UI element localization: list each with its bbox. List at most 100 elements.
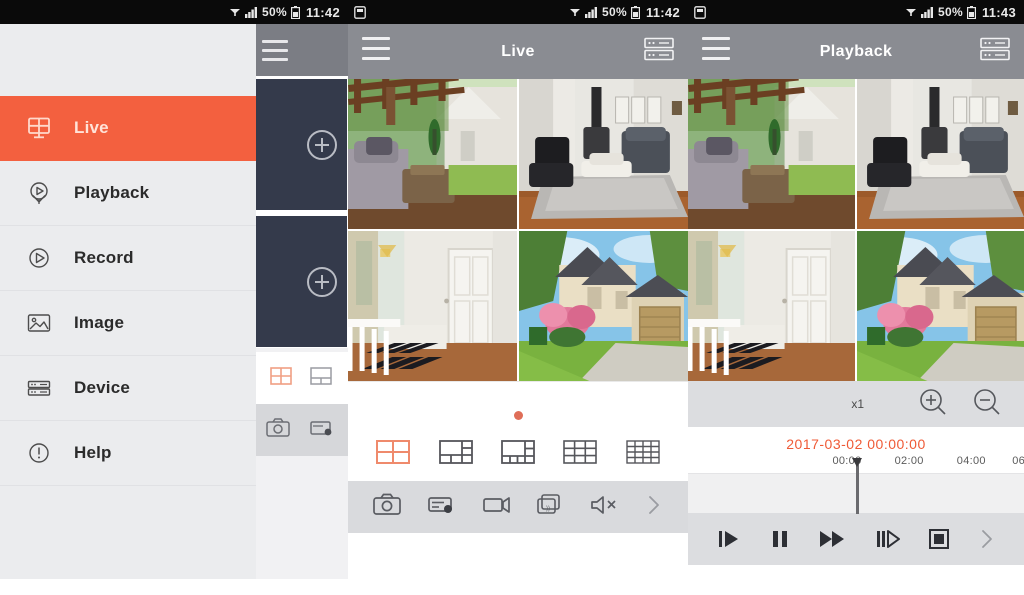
recording-dot xyxy=(513,410,523,420)
device-list-icon[interactable] xyxy=(644,36,674,67)
plus-circle-icon[interactable] xyxy=(307,129,337,160)
grid-bottom-spacer xyxy=(348,381,688,403)
two-way-talk-icon[interactable]: )) xyxy=(537,493,563,521)
playback-circle-icon xyxy=(26,180,66,206)
background-live-screen xyxy=(252,24,348,579)
status-indicator-row xyxy=(348,403,688,427)
drawer-panel-body: Live Playback Record Image Device Help xyxy=(0,24,348,595)
camera-front-porch[interactable] xyxy=(348,231,517,381)
sd-card-icon xyxy=(694,5,706,19)
stop-icon[interactable] xyxy=(928,528,950,550)
sidebar-item-label: Record xyxy=(74,248,134,267)
zoom-out-magnifier-icon[interactable] xyxy=(972,387,1002,422)
battery-percent-label: 50% xyxy=(938,5,963,19)
video-grid xyxy=(688,79,1024,381)
playback-datetime-label: 2017-03-02 00:00:00 xyxy=(688,427,1024,455)
clock-label: 11:42 xyxy=(645,4,680,20)
layout-6-split-icon[interactable] xyxy=(438,439,473,470)
help-exclamation-icon xyxy=(26,440,66,466)
page-title: Live xyxy=(501,42,535,60)
camera-patio-garden[interactable] xyxy=(348,79,517,229)
layout-selector-row xyxy=(348,427,688,481)
battery-icon xyxy=(290,5,300,19)
status-bar: 50% 11:42 xyxy=(348,0,688,24)
slow-forward-icon[interactable] xyxy=(875,528,901,550)
live-grid-monitor-icon xyxy=(26,115,66,141)
sidebar-item-help[interactable]: Help xyxy=(0,421,256,486)
layout-4-split-icon[interactable] xyxy=(270,366,292,390)
camera-house-garage[interactable] xyxy=(857,231,1024,381)
layout-9-split-icon[interactable] xyxy=(563,439,598,470)
status-bar-right: 50% 11:43 xyxy=(905,5,1016,20)
camera-living-room[interactable] xyxy=(857,79,1024,229)
snapshot-camera-icon[interactable] xyxy=(373,493,402,521)
mute-speaker-icon[interactable] xyxy=(590,494,618,521)
layout-8-split-icon[interactable] xyxy=(501,439,535,470)
status-bar-left xyxy=(354,5,569,19)
record-circle-icon xyxy=(26,245,66,271)
phone-panel-playback: 50% 11:43 Playback x1 2017-03-02 00:00:0… xyxy=(688,0,1024,595)
drawer-bottom-spacer xyxy=(0,486,256,581)
video-cell-empty[interactable] xyxy=(254,215,348,348)
fast-forward-icon[interactable] xyxy=(819,528,847,550)
camera-house-garage[interactable] xyxy=(519,231,688,381)
timeline-tick-label: 02:00 xyxy=(894,455,924,467)
hamburger-menu-icon[interactable] xyxy=(362,36,390,67)
playback-zoom-row: x1 xyxy=(688,381,1024,427)
pause-icon[interactable] xyxy=(769,528,791,550)
sidebar-item-label: Device xyxy=(74,378,131,397)
layout-16-split-icon[interactable] xyxy=(626,439,660,470)
hamburger-menu-icon[interactable] xyxy=(262,40,288,67)
playback-controls xyxy=(688,513,1024,565)
image-picture-icon xyxy=(26,310,66,336)
zoom-in-magnifier-icon[interactable] xyxy=(918,387,948,422)
navigation-drawer: Live Playback Record Image Device Help xyxy=(0,24,256,579)
video-cell-empty[interactable] xyxy=(254,78,348,211)
snapshot-camera-icon[interactable] xyxy=(266,418,290,442)
status-bar-left xyxy=(694,5,905,19)
device-server-icon xyxy=(26,375,66,401)
sd-card-icon xyxy=(354,5,366,19)
layout-4-split-icon[interactable] xyxy=(376,439,411,470)
device-list-icon[interactable] xyxy=(980,36,1010,67)
signal-bars-icon xyxy=(245,6,258,18)
signal-bars-icon xyxy=(585,6,598,18)
sidebar-item-live[interactable]: Live xyxy=(0,96,256,161)
sidebar-item-record[interactable]: Record xyxy=(0,226,256,291)
sidebar-item-label: Playback xyxy=(74,183,150,202)
timeline-playhead[interactable] xyxy=(852,458,862,514)
screenshot-root: 50% 11:42 Live Playback Record Image Dev… xyxy=(0,0,1024,595)
record-video-icon[interactable] xyxy=(310,418,334,442)
app-header: Live xyxy=(348,24,688,79)
frame-step-forward-icon[interactable] xyxy=(716,528,742,550)
wifi-icon xyxy=(569,6,581,18)
app-header: Playback xyxy=(688,24,1024,79)
wifi-icon xyxy=(905,6,917,18)
wifi-icon xyxy=(229,6,241,18)
battery-icon xyxy=(630,5,640,19)
phone-panel-drawer: 50% 11:42 Live Playback Record Image Dev… xyxy=(0,0,348,595)
chevron-right-icon[interactable] xyxy=(978,528,996,550)
battery-percent-label: 50% xyxy=(602,5,627,19)
video-grid xyxy=(348,79,688,381)
status-bar: 50% 11:42 xyxy=(0,0,348,24)
chevron-right-icon[interactable] xyxy=(645,494,663,521)
background-toolbar xyxy=(252,404,348,456)
hamburger-menu-icon[interactable] xyxy=(702,36,730,67)
record-stream-icon[interactable] xyxy=(428,493,456,521)
sidebar-item-device[interactable]: Device xyxy=(0,356,256,421)
page-title: Playback xyxy=(819,42,893,60)
drawer-top-spacer xyxy=(0,24,256,96)
camera-living-room[interactable] xyxy=(519,79,688,229)
timeline-track[interactable] xyxy=(688,458,1024,514)
background-layout-row xyxy=(252,352,348,404)
layout-6-split-icon[interactable] xyxy=(310,366,332,390)
sidebar-item-playback[interactable]: Playback xyxy=(0,161,256,226)
video-camera-icon[interactable] xyxy=(482,493,511,521)
sidebar-item-image[interactable]: Image xyxy=(0,291,256,356)
plus-circle-icon[interactable] xyxy=(307,266,337,297)
camera-patio-garden[interactable] xyxy=(688,79,855,229)
status-bar-right: 50% 11:42 xyxy=(569,5,680,20)
timeline-tick-label: 04:00 xyxy=(956,455,986,467)
camera-front-porch[interactable] xyxy=(688,231,855,381)
